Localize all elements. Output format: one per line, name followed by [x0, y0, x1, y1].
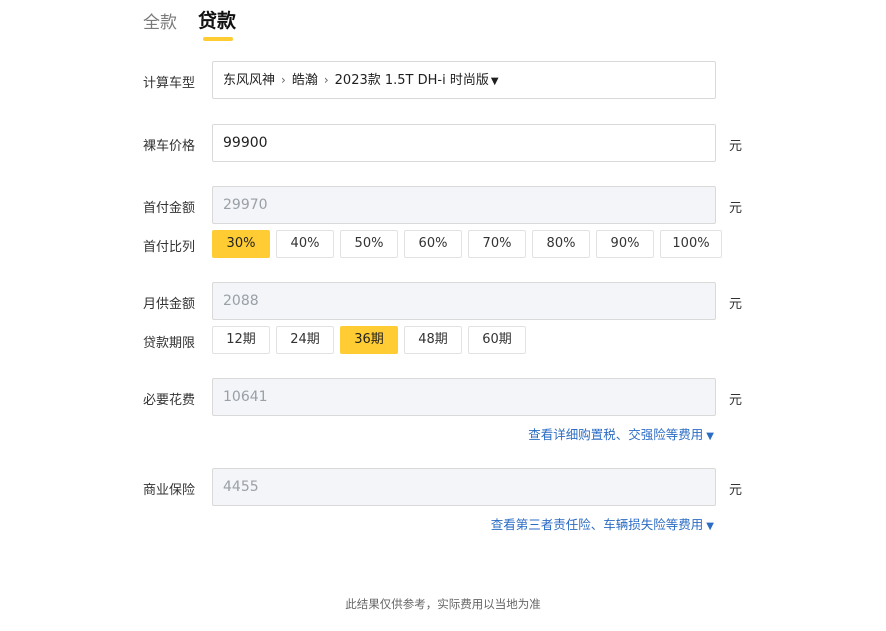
- monthly-payment-field: 2088: [212, 282, 716, 320]
- down-ratio-option[interactable]: 40%: [276, 230, 334, 258]
- insurance-unit: 元: [729, 483, 743, 498]
- model-brand: 东风风神: [223, 73, 276, 88]
- model-trim: 2023款 1.5T DH-i 时尚版: [334, 73, 489, 88]
- caret-down-icon: ▼: [490, 76, 499, 87]
- term-option[interactable]: 48期: [404, 326, 462, 354]
- down-ratio-option[interactable]: 30%: [212, 230, 270, 258]
- tab-loan[interactable]: 贷款: [198, 6, 236, 33]
- down-ratio-option[interactable]: 90%: [596, 230, 654, 258]
- price-unit: 元: [729, 139, 743, 154]
- down-payment-label: 首付金额: [143, 201, 196, 216]
- term-label: 贷款期限: [143, 336, 196, 351]
- insurance-label: 商业保险: [143, 483, 196, 498]
- insurance-field: 4455: [212, 468, 716, 506]
- term-options: 12期 24期 36期 48期 60期: [212, 326, 526, 354]
- price-label: 裸车价格: [143, 139, 196, 154]
- term-option[interactable]: 36期: [340, 326, 398, 354]
- down-payment-field: 29970: [212, 186, 716, 224]
- down-payment-unit: 元: [729, 201, 743, 216]
- required-fees-link-text: 查看详细购置税、交强险等费用: [528, 427, 704, 442]
- down-ratio-option[interactable]: 50%: [340, 230, 398, 258]
- model-label: 计算车型: [143, 76, 196, 91]
- caret-down-icon: ▼: [706, 521, 714, 532]
- chevron-right-icon: ›: [323, 73, 329, 87]
- caret-down-icon: ▼: [706, 431, 714, 442]
- price-input[interactable]: 99900: [212, 124, 716, 162]
- down-ratio-option[interactable]: 80%: [532, 230, 590, 258]
- term-option[interactable]: 12期: [212, 326, 270, 354]
- term-option[interactable]: 24期: [276, 326, 334, 354]
- active-tab-indicator: [203, 37, 233, 41]
- monthly-label: 月供金额: [143, 297, 196, 312]
- required-fees-label: 必要花费: [143, 393, 196, 408]
- chevron-right-icon: ›: [281, 73, 286, 87]
- required-fees-field: 10641: [212, 378, 716, 416]
- term-option[interactable]: 60期: [468, 326, 526, 354]
- down-ratio-option[interactable]: 70%: [468, 230, 526, 258]
- required-fees-details-link[interactable]: 查看详细购置税、交强险等费用 ▼: [528, 424, 714, 443]
- down-ratio-option[interactable]: 100%: [660, 230, 722, 258]
- tab-full-payment[interactable]: 全款: [143, 8, 177, 33]
- insurance-details-link[interactable]: 查看第三者责任险、车辆损失险等费用 ▼: [491, 514, 714, 533]
- disclaimer-footnote: 此结果仅供参考，实际费用以当地为准: [345, 597, 541, 611]
- down-ratio-label: 首付比列: [143, 240, 196, 255]
- model-series: 皓瀚: [291, 73, 318, 88]
- required-fees-unit: 元: [729, 393, 743, 408]
- down-ratio-options: 30% 40% 50% 60% 70% 80% 90% 100%: [212, 230, 722, 258]
- monthly-unit: 元: [729, 297, 743, 312]
- down-ratio-option[interactable]: 60%: [404, 230, 462, 258]
- model-select[interactable]: 东风风神 › 皓瀚 › 2023款 1.5T DH-i 时尚版 ▼: [212, 61, 716, 99]
- insurance-link-text: 查看第三者责任险、车辆损失险等费用: [490, 517, 704, 532]
